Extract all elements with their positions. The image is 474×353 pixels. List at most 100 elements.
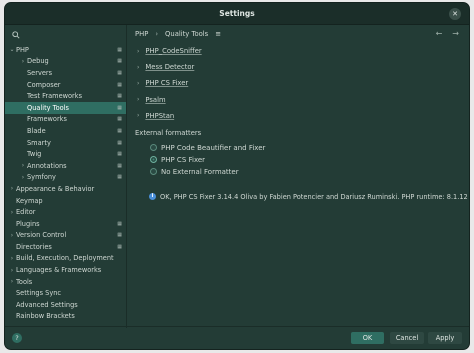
sidebar-item-label: Keymap	[16, 196, 43, 205]
tool-section[interactable]: › PHP CS Fixer	[128, 75, 469, 91]
sidebar-item-label: Test Frameworks	[27, 92, 83, 101]
project-settings-icon: ▦	[117, 243, 122, 250]
sidebar-item-label: Settings Sync	[16, 289, 62, 298]
cancel-button[interactable]: Cancel	[390, 332, 424, 344]
settings-sidebar: ⌄ PHP ▦ › Debug ▦ Servers ▦ Composer ▦ Test Framew…	[5, 25, 127, 328]
sidebar-item[interactable]: Composer ▦	[5, 79, 126, 91]
chevron-right-icon[interactable]: ›	[8, 255, 16, 262]
chevron-right-icon[interactable]: ›	[19, 174, 27, 181]
tool-section-label[interactable]: PHPStan	[145, 112, 174, 120]
sidebar-item-label: Symfony	[27, 173, 56, 182]
tool-section[interactable]: › PHPStan	[128, 108, 469, 124]
formatter-option-label: No External Formatter	[161, 167, 239, 176]
info-text: OK, PHP CS Fixer 3.14.4 Oliva by Fabien …	[160, 192, 468, 201]
dialog-footer: ? OK Cancel Apply	[5, 326, 469, 349]
sidebar-item-label: Annotations	[27, 161, 67, 170]
project-settings-icon: ▦	[117, 104, 122, 111]
sidebar-item[interactable]: Test Frameworks ▦	[5, 90, 126, 102]
sidebar-item-label: Editor	[16, 208, 36, 217]
sidebar-item[interactable]: Frameworks ▦	[5, 114, 126, 126]
tool-sections: › PHP_CodeSniffer › Mess Detector › PHP CS Fi…	[128, 43, 469, 124]
project-settings-icon: ▦	[117, 162, 122, 169]
project-settings-icon: ▦	[117, 81, 122, 88]
sidebar-item-label: Blade	[27, 126, 46, 135]
sidebar-item-label: Version Control	[16, 231, 67, 240]
chevron-right-icon[interactable]: ›	[19, 58, 27, 65]
sidebar-item-label: Advanced Settings	[16, 300, 78, 309]
tool-section[interactable]: › Mess Detector	[128, 59, 469, 75]
formatter-option[interactable]: PHP CS Fixer	[128, 154, 469, 166]
tool-section-label[interactable]: Psalm	[145, 96, 165, 104]
project-settings-icon: ▦	[117, 232, 122, 239]
chevron-right-icon[interactable]: ›	[137, 80, 139, 87]
apply-button[interactable]: Apply	[428, 332, 462, 344]
sidebar-item[interactable]: › Appearance & Behavior	[5, 183, 126, 195]
chevron-right-icon[interactable]: ›	[8, 232, 16, 239]
sidebar-item[interactable]: › Symfony ▦	[5, 172, 126, 184]
radio-button[interactable]	[150, 156, 157, 164]
sidebar-item[interactable]: › Editor	[5, 206, 126, 218]
sidebar-item-label: Frameworks	[27, 115, 67, 124]
sidebar-item[interactable]: › Version Control ▦	[5, 230, 126, 242]
search-field[interactable]	[5, 27, 126, 43]
sidebar-item[interactable]: › Languages & Frameworks	[5, 264, 126, 276]
sidebar-item[interactable]: Smarty ▦	[5, 137, 126, 149]
menu-icon[interactable]: ≡	[215, 30, 221, 38]
chevron-right-icon[interactable]: ›	[8, 267, 16, 274]
help-icon[interactable]: ?	[12, 333, 22, 343]
tool-section-label[interactable]: PHP CS Fixer	[145, 79, 188, 87]
sidebar-item-label: Smarty	[27, 138, 51, 147]
chevron-down-icon[interactable]: ⌄	[8, 46, 16, 53]
sidebar-item[interactable]: › Build, Execution, Deployment	[5, 253, 126, 265]
formatter-option-label: PHP CS Fixer	[161, 155, 206, 164]
formatter-options: PHP Code Beautifier and Fixer PHP CS Fixe…	[128, 142, 469, 178]
sidebar-item[interactable]: Twig ▦	[5, 148, 126, 160]
sidebar-item[interactable]: Settings Sync	[5, 287, 126, 299]
sidebar-item[interactable]: Keymap	[5, 195, 126, 207]
tool-section-label[interactable]: Mess Detector	[145, 63, 194, 71]
breadcrumb-php[interactable]: PHP	[135, 30, 148, 38]
radio-button[interactable]	[150, 144, 157, 152]
tool-section[interactable]: › Psalm	[128, 92, 469, 108]
back-arrow-icon[interactable]: ←	[436, 29, 443, 38]
ok-button[interactable]: OK	[351, 332, 384, 344]
formatter-option[interactable]: PHP Code Beautifier and Fixer	[128, 142, 469, 154]
sidebar-item[interactable]: › Annotations ▦	[5, 160, 126, 172]
chevron-right-icon[interactable]: ›	[137, 48, 139, 55]
info-message: i OK, PHP CS Fixer 3.14.4 Oliva by Fabie…	[128, 193, 469, 201]
close-icon[interactable]: ✕	[449, 8, 461, 20]
sidebar-item-label: Composer	[27, 80, 61, 89]
tool-section[interactable]: › PHP_CodeSniffer	[128, 43, 469, 59]
project-settings-icon: ▦	[117, 46, 122, 53]
chevron-right-icon[interactable]: ›	[8, 185, 16, 192]
chevron-right-icon[interactable]: ›	[137, 64, 139, 71]
sidebar-item[interactable]: ⌄ PHP ▦	[5, 44, 126, 56]
sidebar-item-label: Build, Execution, Deployment	[16, 254, 114, 263]
sidebar-item[interactable]: Servers ▦	[5, 67, 126, 79]
chevron-right-icon[interactable]: ›	[137, 112, 139, 119]
chevron-right-icon[interactable]: ›	[19, 162, 27, 169]
tool-section-label[interactable]: PHP_CodeSniffer	[145, 47, 201, 55]
chevron-right-icon[interactable]: ›	[137, 96, 139, 103]
forward-arrow-icon[interactable]: →	[452, 29, 459, 38]
sidebar-item-label: Quality Tools	[27, 103, 69, 112]
sidebar-item[interactable]: Rainbow Brackets	[5, 311, 126, 323]
sidebar-item[interactable]: Advanced Settings	[5, 299, 126, 311]
sidebar-item[interactable]: › Tools	[5, 276, 126, 288]
sidebar-item[interactable]: Directories ▦	[5, 241, 126, 253]
project-settings-icon: ▦	[117, 127, 122, 134]
sidebar-item-label: Rainbow Brackets	[16, 312, 75, 321]
formatter-option[interactable]: No External Formatter	[128, 166, 469, 178]
project-settings-icon: ▦	[117, 220, 122, 227]
chevron-right-icon[interactable]: ›	[8, 278, 16, 285]
sidebar-item-label: PHP	[16, 45, 29, 54]
project-settings-icon: ▦	[117, 174, 122, 181]
search-icon	[12, 31, 20, 39]
sidebar-item[interactable]: Plugins ▦	[5, 218, 126, 230]
sidebar-item[interactable]: Blade ▦	[5, 125, 126, 137]
sidebar-item[interactable]: Quality Tools ▦	[5, 101, 126, 114]
sidebar-item[interactable]: › Debug ▦	[5, 56, 126, 68]
chevron-right-icon[interactable]: ›	[8, 209, 16, 216]
radio-button[interactable]	[150, 168, 157, 176]
main-panel: PHP › Quality Tools ≡ ← → › PHP_CodeSniff…	[128, 25, 469, 328]
